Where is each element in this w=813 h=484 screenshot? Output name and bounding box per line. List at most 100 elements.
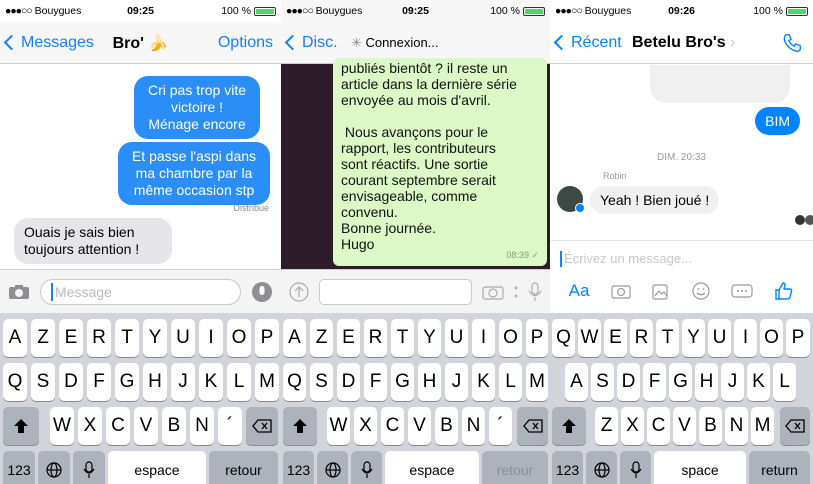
back-button[interactable]: Récent (550, 34, 622, 52)
space-key[interactable]: espace (385, 451, 479, 484)
key-z[interactable]: Z (31, 319, 55, 357)
key-n[interactable]: N (462, 407, 485, 445)
camera-icon[interactable] (8, 284, 30, 300)
key-q[interactable]: Q (3, 363, 27, 401)
key-j[interactable]: J (171, 363, 195, 401)
camera-icon[interactable] (611, 283, 631, 299)
message-bubble-received[interactable]: Yeah ! Bien joué ! (590, 186, 720, 214)
key-u[interactable]: U (171, 319, 195, 357)
key-k[interactable]: K (199, 363, 223, 401)
key-y[interactable]: Y (682, 319, 705, 357)
key-p[interactable]: P (786, 319, 810, 357)
key-n[interactable]: N (190, 407, 214, 445)
numbers-key[interactable]: 123 (3, 451, 35, 484)
key-i[interactable]: I (472, 319, 495, 357)
microphone-icon[interactable] (528, 281, 542, 302)
message-input[interactable]: Écrivez un message... (550, 240, 813, 276)
key-m[interactable]: M (526, 363, 548, 401)
delete-key[interactable] (780, 407, 810, 445)
key-k[interactable]: K (472, 363, 495, 401)
key-c[interactable]: C (106, 407, 130, 445)
key-g[interactable]: G (391, 363, 414, 401)
key-c[interactable]: C (647, 407, 670, 445)
key-t[interactable]: T (115, 319, 139, 357)
shift-key[interactable] (552, 407, 586, 445)
key-e[interactable]: E (604, 319, 627, 357)
key-s[interactable]: S (591, 363, 614, 401)
key-r[interactable]: R (364, 319, 387, 357)
key-r[interactable]: R (630, 319, 653, 357)
delete-key[interactable] (246, 407, 278, 445)
key-a[interactable]: A (565, 363, 588, 401)
key-d[interactable]: D (59, 363, 83, 401)
key-h[interactable]: H (143, 363, 167, 401)
key-x[interactable]: X (78, 407, 102, 445)
key-s[interactable]: S (31, 363, 55, 401)
message-input[interactable]: Message (40, 278, 241, 305)
message-input[interactable] (319, 278, 472, 305)
key-l[interactable]: L (773, 363, 796, 401)
key-l[interactable]: L (227, 363, 251, 401)
conversation-title[interactable]: Betelu Bro's › (632, 34, 735, 52)
key-z[interactable]: Z (310, 319, 333, 357)
key-a[interactable]: A (283, 319, 306, 357)
key-v[interactable]: V (134, 407, 158, 445)
key-i[interactable]: I (734, 319, 757, 357)
globe-key[interactable] (38, 451, 70, 484)
numbers-key[interactable]: 123 (552, 451, 583, 484)
key-y[interactable]: Y (143, 319, 167, 357)
key-u[interactable]: U (445, 319, 468, 357)
key-g[interactable]: G (115, 363, 139, 401)
key-j[interactable]: J (445, 363, 468, 401)
key-d[interactable]: D (337, 363, 360, 401)
key-u[interactable]: U (708, 319, 731, 357)
message-bubble-sent[interactable]: publiés bientôt ? il reste un article da… (333, 58, 547, 266)
key-n[interactable]: N (725, 407, 748, 445)
text-format-button[interactable]: Aa (569, 281, 590, 301)
key-b[interactable]: B (435, 407, 458, 445)
key-z[interactable]: Z (595, 407, 618, 445)
key-l[interactable]: L (499, 363, 522, 401)
key-e[interactable]: E (59, 319, 83, 357)
key-r[interactable]: R (87, 319, 111, 357)
key-t[interactable]: T (391, 319, 414, 357)
key-s[interactable]: S (310, 363, 333, 401)
numbers-key[interactable]: 123 (283, 451, 314, 484)
key-c[interactable]: C (381, 407, 404, 445)
globe-key[interactable] (586, 451, 617, 484)
key-h[interactable]: H (418, 363, 441, 401)
key-i[interactable]: I (199, 319, 223, 357)
delete-key[interactable] (517, 407, 548, 445)
key-x[interactable]: X (354, 407, 377, 445)
more-options-icon[interactable] (731, 284, 753, 298)
phone-icon[interactable] (781, 32, 803, 54)
key-o[interactable]: O (227, 319, 251, 357)
key-k[interactable]: K (747, 363, 770, 401)
key-p[interactable]: P (255, 319, 279, 357)
more-icon[interactable] (514, 285, 518, 299)
key-f[interactable]: F (87, 363, 111, 401)
return-key[interactable]: retour (482, 451, 548, 484)
thumbs-up-icon[interactable] (774, 281, 794, 301)
dictation-key[interactable] (351, 451, 382, 484)
options-button[interactable]: Options (218, 34, 273, 52)
key-j[interactable]: J (721, 363, 744, 401)
key-p[interactable]: P (526, 319, 548, 357)
key-d[interactable]: D (617, 363, 640, 401)
key-v[interactable]: V (673, 407, 696, 445)
return-key[interactable]: retour (209, 451, 278, 484)
key-e[interactable]: E (337, 319, 360, 357)
key-g[interactable]: G (669, 363, 692, 401)
dictation-key[interactable] (73, 451, 105, 484)
message-bubble-sent[interactable]: Et passe l'aspi dans ma chambre par la m… (118, 142, 270, 205)
emoji-icon[interactable] (691, 282, 710, 300)
key-o[interactable]: O (760, 319, 783, 357)
key-w[interactable]: W (50, 407, 74, 445)
key-h[interactable]: H (695, 363, 718, 401)
key-w[interactable]: W (578, 319, 601, 357)
return-key[interactable]: return (749, 451, 810, 484)
key-m[interactable]: M (751, 407, 774, 445)
key-y[interactable]: Y (418, 319, 441, 357)
space-key[interactable]: space (654, 451, 746, 484)
gallery-icon[interactable] (652, 282, 670, 300)
